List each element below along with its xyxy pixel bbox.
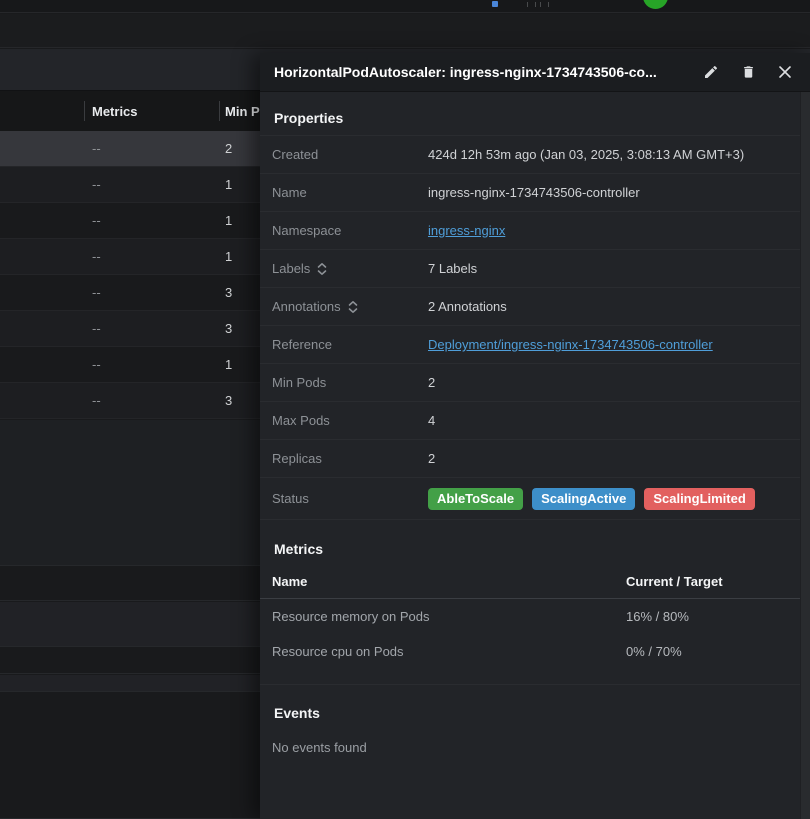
property-value-link[interactable]: ingress-nginx [428,223,505,238]
close-icon [778,65,792,79]
property-value: ingress-nginx [428,223,796,238]
property-label: Labels [272,261,310,276]
metric-current-target: 0% / 70% [626,644,796,659]
drawer-body: Properties Created 424d 12h 53m ago (Jan… [260,92,810,819]
cell-metrics: -- [92,213,101,228]
property-value: 424d 12h 53m ago (Jan 03, 2025, 3:08:13 … [428,147,796,162]
property-row: Replicas 2 [260,439,810,477]
metric-row: Resource cpu on Pods 0% / 70% [260,634,810,669]
delete-button[interactable] [737,60,760,84]
metrics-column-current-target: Current / Target [626,574,796,589]
green-status-dot [643,0,668,9]
status-badge: ScalingLimited [644,488,754,510]
property-label: Reference [272,337,332,352]
property-value: 4 [428,413,796,428]
close-button[interactable] [774,61,796,83]
metrics-column-name: Name [272,574,626,589]
metric-current-target: 16% / 80% [626,609,796,624]
unfold-more-icon[interactable] [347,300,359,314]
drawer-title: HorizontalPodAutoscaler: ingress-nginx-1… [274,64,685,80]
property-row: Reference Deployment/ingress-nginx-17347… [260,325,810,363]
property-value: ingress-nginx-1734743506-controller [428,185,796,200]
properties-rows: Created 424d 12h 53m ago (Jan 03, 2025, … [260,135,810,520]
property-label: Namespace [272,223,341,238]
trash-icon [741,64,756,80]
property-value: 7 Labels [428,261,796,276]
property-row: Annotations 2 Annotations [260,287,810,325]
property-label: Max Pods [272,413,330,428]
property-value: 2 [428,451,796,466]
cell-metrics: -- [92,285,101,300]
cell-min-pods: 2 [225,141,232,156]
column-divider [219,101,220,121]
property-value-link[interactable]: Deployment/ingress-nginx-1734743506-cont… [428,337,713,352]
property-row: Min Pods 2 [260,363,810,401]
scrollbar[interactable] [800,92,810,819]
tab-text-fragment [527,2,536,7]
browser-tab-strip [0,0,810,13]
status-badge: ScalingActive [532,488,635,510]
property-row: Namespace ingress-nginx [260,211,810,249]
cell-min-pods: 3 [225,393,232,408]
cell-metrics: -- [92,177,101,192]
events-heading: Events [260,685,810,730]
property-label: Min Pods [272,375,326,390]
cell-metrics: -- [92,393,101,408]
cell-metrics: -- [92,141,101,156]
metric-name: Resource memory on Pods [272,609,626,624]
column-divider [84,101,85,121]
favicon [492,1,498,7]
metrics-table-body: Resource memory on Pods 16% / 80% Resour… [260,599,810,669]
app-window: Metrics Min Pods -- 2 -- 1 -- 1 -- 1 -- … [0,0,810,819]
cell-min-pods: 1 [225,177,232,192]
property-value: 2 Annotations [428,299,796,314]
property-value: 2 [428,375,796,390]
pencil-icon [703,64,719,80]
cell-min-pods: 1 [225,249,232,264]
property-row: Name ingress-nginx-1734743506-controller [260,173,810,211]
drawer-header: HorizontalPodAutoscaler: ingress-nginx-1… [260,53,810,92]
property-row: Created 424d 12h 53m ago (Jan 03, 2025, … [260,135,810,173]
column-header-metrics[interactable]: Metrics [92,104,138,119]
properties-heading: Properties [260,92,810,135]
cell-min-pods: 1 [225,213,232,228]
property-label: Created [272,147,318,162]
metric-name: Resource cpu on Pods [272,644,626,659]
events-empty-message: No events found [260,730,810,765]
cluster-nav-band [0,14,810,48]
cell-min-pods: 3 [225,285,232,300]
metrics-heading: Metrics [260,520,810,566]
property-label: Replicas [272,451,322,466]
metrics-table-header: Name Current / Target [260,566,810,599]
unfold-more-icon[interactable] [316,262,328,276]
status-badge: AbleToScale [428,488,523,510]
property-value: Deployment/ingress-nginx-1734743506-cont… [428,337,796,352]
metric-row: Resource memory on Pods 16% / 80% [260,599,810,634]
edit-button[interactable] [699,60,723,84]
property-label: Name [272,185,307,200]
cell-metrics: -- [92,249,101,264]
property-row: Max Pods 4 [260,401,810,439]
property-label: Annotations [272,299,341,314]
hpa-details-drawer: HorizontalPodAutoscaler: ingress-nginx-1… [260,53,810,819]
cell-metrics: -- [92,357,101,372]
cell-min-pods: 1 [225,357,232,372]
property-row-status: Status AbleToScale ScalingActive ScalingLi… [260,477,810,519]
property-value: AbleToScale ScalingActive ScalingLimited [428,488,796,510]
property-label: Status [272,491,309,506]
property-row: Labels 7 Labels [260,249,810,287]
tab-text-fragment [540,2,549,7]
cell-metrics: -- [92,321,101,336]
cell-min-pods: 3 [225,321,232,336]
